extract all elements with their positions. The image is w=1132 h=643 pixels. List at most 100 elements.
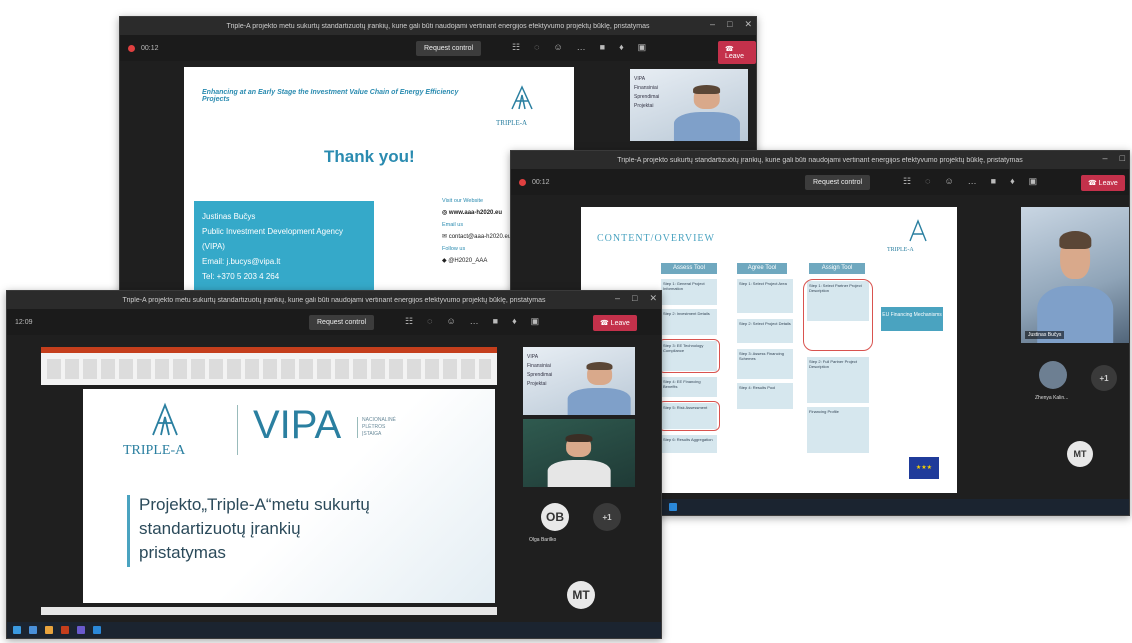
website-link[interactable]: ◎ www.aaa-h2020.eu <box>442 207 511 219</box>
window-titlebar: Triple-A projekto metu sukurtų standarti… <box>120 17 756 35</box>
avatar-ob[interactable]: OB <box>541 503 569 531</box>
window-controls: – □ ✕ <box>710 19 752 30</box>
side-text-line: Sprendimai <box>527 372 553 378</box>
minimize-icon[interactable]: – <box>1103 153 1108 163</box>
person-figure <box>547 433 611 487</box>
window-title: Triple-A projekto metu sukurtų standarti… <box>122 296 546 304</box>
maximize-icon[interactable]: □ <box>632 293 637 304</box>
taskbar-app-icon[interactable] <box>669 503 677 511</box>
slide-subtitle: Enhancing at an Early Stage the Investme… <box>202 89 459 103</box>
chat-icon[interactable]: ◌ <box>534 42 539 53</box>
column-header-agree: Agree Tool <box>737 263 787 274</box>
logo-text: TRIPLE-A <box>887 247 914 253</box>
taskbar-app-icon[interactable] <box>77 626 85 634</box>
contact-org: Public Investment Development Agency (VI… <box>202 227 343 251</box>
visit-label: Visit our Website <box>442 198 484 204</box>
side-text-line: VIPA <box>634 76 646 82</box>
request-control-button[interactable]: Request control <box>805 175 871 190</box>
window-title: Triple-A projekto sukurtų standartizuotų… <box>617 156 1023 164</box>
meeting-timer: 00:12 <box>532 178 550 186</box>
side-slide-text: VIPA Finansiniai Sprendimai Projektai <box>527 353 552 389</box>
avatar-mt[interactable]: MT <box>1067 441 1093 467</box>
participant-video[interactable]: VIPA Finansiniai Sprendimai Projektai <box>630 69 748 141</box>
more-icon[interactable]: … <box>577 42 586 53</box>
start-icon[interactable] <box>13 626 21 634</box>
taskbar-app-icon[interactable] <box>61 626 69 634</box>
reactions-icon[interactable]: ☺ <box>944 176 953 187</box>
meeting-timer: 00:12 <box>141 44 159 52</box>
taskbar-app-icon[interactable] <box>93 626 101 634</box>
chat-icon[interactable]: ◌ <box>427 316 432 327</box>
side-text-line: VIPA <box>527 354 539 360</box>
triple-a-logo-icon <box>903 217 933 247</box>
reactions-icon[interactable]: ☺ <box>553 42 562 53</box>
windows-taskbar <box>7 622 661 638</box>
overflow-count-badge[interactable]: +1 <box>593 503 621 531</box>
share-icon[interactable]: ▣ <box>1029 176 1038 187</box>
step-box: Step 2: Investment Details <box>661 309 717 335</box>
camera-icon[interactable]: ■ <box>493 316 498 327</box>
participant-video-2[interactable] <box>523 419 635 487</box>
side-text-line: Projektai <box>634 103 654 109</box>
side-text-line: Finansiniai <box>634 85 658 91</box>
globe-icon: ◎ <box>442 210 449 216</box>
leave-button[interactable]: ☎ Leave <box>593 315 637 331</box>
more-icon[interactable]: … <box>470 316 479 327</box>
mic-icon[interactable]: ♦ <box>619 42 624 53</box>
minimize-icon[interactable]: – <box>615 293 620 304</box>
window-title: Triple-A projekto metu sukurtų standarti… <box>226 22 650 30</box>
avatar-mt[interactable]: MT <box>567 581 595 609</box>
contact-name: Justinas Bučys <box>202 212 256 221</box>
shared-slide: TRIPLE-A VIPA NACIONALINĖ PLĖTROS ĮSTAIG… <box>83 389 495 603</box>
participant-video-1[interactable]: VIPA Finansiniai Sprendimai Projektai <box>523 347 635 415</box>
taskbar-app-icon[interactable] <box>29 626 37 634</box>
chat-icon[interactable]: ◌ <box>925 176 930 187</box>
toolbar-icons: ☷ ◌ ☺ … ■ ♦ ▣ <box>512 42 646 53</box>
step-box: Step 1: Select Project Area <box>737 279 793 313</box>
participant-video-justinas[interactable]: Justinas Bučys <box>1021 207 1129 343</box>
participant-tile[interactable]: Zhenya Kalin... <box>1035 357 1075 409</box>
close-icon[interactable]: ✕ <box>744 19 752 30</box>
people-icon[interactable]: ☷ <box>512 42 520 53</box>
maximize-icon[interactable]: □ <box>1120 153 1125 163</box>
phone-icon: ☎ <box>600 320 611 327</box>
people-icon[interactable]: ☷ <box>405 316 413 327</box>
slide-title-line-2: standartizuotų įrankių <box>139 519 301 538</box>
website-text: www.aaa-h2020.eu <box>448 210 503 216</box>
logo-text: TRIPLE-A <box>496 119 528 127</box>
camera-icon[interactable]: ■ <box>991 176 996 187</box>
side-text-line: Finansiniai <box>527 363 551 369</box>
slide-title-line-3: pristatymas <box>139 543 226 562</box>
toolbar-icons: ☷ ◌ ☺ … ■ ♦ ▣ <box>903 176 1037 187</box>
leave-button[interactable]: ☎ Leave <box>1081 175 1125 191</box>
request-control-button[interactable]: Request control <box>416 41 482 56</box>
powerpoint-statusbar <box>41 607 497 615</box>
step-box: Financing Profile <box>807 407 869 453</box>
twitter-link[interactable]: ◆ @H2020_AAA <box>442 255 511 267</box>
share-icon[interactable]: ▣ <box>531 316 540 327</box>
camera-icon[interactable]: ■ <box>600 42 605 53</box>
leave-button[interactable]: ☎ Leave <box>718 41 756 64</box>
window-controls: – □ ✕ <box>615 293 657 304</box>
meeting-toolbar: 00:12 Request control ☷ ◌ ☺ … ■ ♦ ▣ ☎ Le… <box>511 169 1129 195</box>
share-icon[interactable]: ▣ <box>638 42 647 53</box>
window-titlebar: Triple-A projekto sukurtų standartizuotų… <box>511 151 1129 169</box>
people-icon[interactable]: ☷ <box>903 176 911 187</box>
taskbar-app-icon[interactable] <box>45 626 53 634</box>
minimize-icon[interactable]: – <box>710 19 715 30</box>
close-icon[interactable]: ✕ <box>649 293 657 304</box>
request-control-button[interactable]: Request control <box>309 315 375 330</box>
email-link[interactable]: ✉ contact@aaa-h2020.eu <box>442 231 511 243</box>
avatar-ob-name: Olga Barilko <box>529 537 557 543</box>
mic-icon[interactable]: ♦ <box>512 316 517 327</box>
column-header-assess: Assess Tool <box>661 263 717 274</box>
title-accent-bar <box>127 495 130 567</box>
overflow-count-badge[interactable]: +1 <box>1091 365 1117 391</box>
window-controls: – □ <box>1103 153 1125 163</box>
reactions-icon[interactable]: ☺ <box>446 316 455 327</box>
phone-icon: ☎ <box>725 46 734 53</box>
mic-icon[interactable]: ♦ <box>1010 176 1015 187</box>
more-icon[interactable]: … <box>968 176 977 187</box>
step-box: Step 1: General Project Information <box>661 279 717 305</box>
maximize-icon[interactable]: □ <box>727 19 732 30</box>
